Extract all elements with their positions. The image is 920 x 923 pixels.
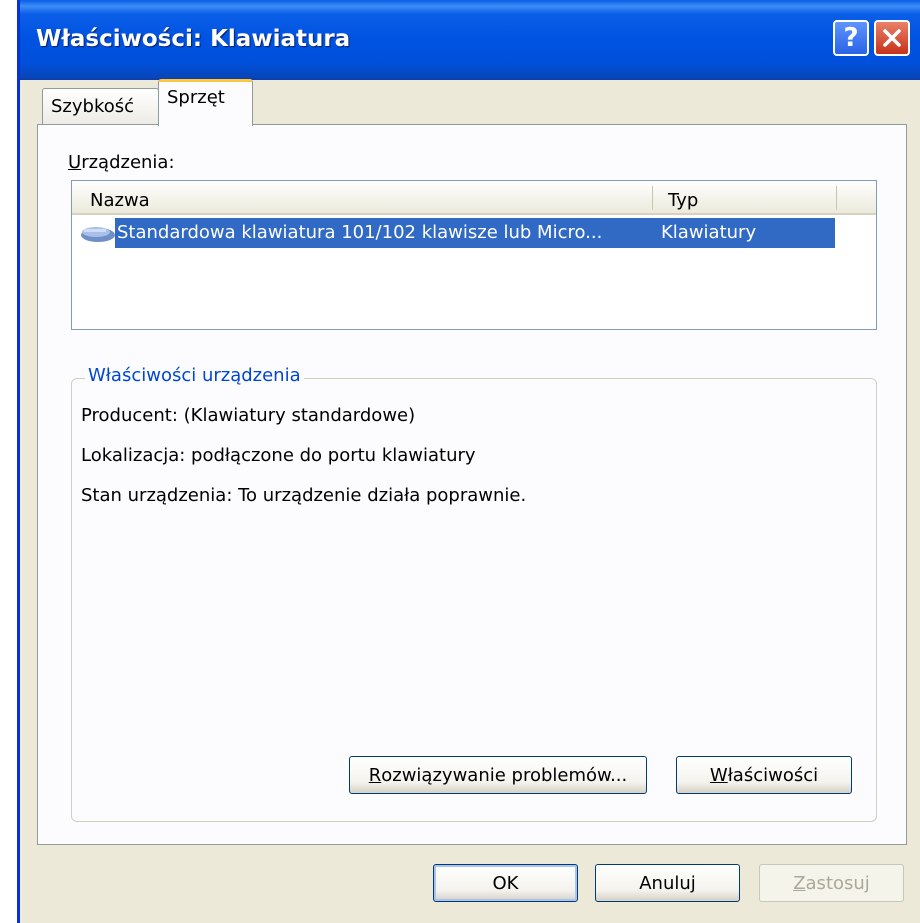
devices-label: Urządzenia: <box>68 152 175 173</box>
list-item[interactable]: Standardowa klawiatura 101/102 klawisze … <box>115 218 835 248</box>
title-bar[interactable]: Właściwości: Klawiatura ? <box>20 0 920 80</box>
device-status-text: Stan urządzenia: To urządzenie działa po… <box>81 485 527 506</box>
column-header-name[interactable]: Nazwa <box>90 190 150 211</box>
column-separator[interactable] <box>652 186 653 210</box>
dialog-window: Właściwości: Klawiatura ? Szybkość Sprzę… <box>17 0 920 923</box>
device-name: Standardowa klawiatura 101/102 klawisze … <box>117 222 603 243</box>
devices-list[interactable]: Nazwa Typ Standardowa klawiatura 101/102… <box>71 180 877 330</box>
keyboard-icon <box>81 227 115 242</box>
help-icon: ? <box>843 23 859 53</box>
close-icon <box>883 29 901 47</box>
list-header: Nazwa Typ <box>72 181 876 215</box>
device-type: Klawiatury <box>661 222 757 243</box>
tab-label: Sprzęt <box>167 87 225 108</box>
apply-button[interactable]: Zastosuj <box>759 864 904 902</box>
tab-label: Szybkość <box>51 96 135 117</box>
ok-button[interactable]: OK <box>433 864 578 902</box>
manufacturer-text: Producent: (Klawiatury standardowe) <box>81 405 416 426</box>
troubleshoot-button[interactable]: Rozwiązywanie problemów... <box>349 756 647 794</box>
column-header-type[interactable]: Typ <box>668 190 698 211</box>
properties-button[interactable]: Właściwości <box>676 756 852 794</box>
window-title: Właściwości: Klawiatura <box>36 26 351 52</box>
location-text: Lokalizacja: podłączone do portu klawiat… <box>81 445 476 466</box>
tab-panel: Urządzenia: Nazwa Typ Standardowa klawia… <box>37 124 907 845</box>
tab-szybkosc[interactable]: Szybkość <box>42 88 159 125</box>
close-button[interactable] <box>874 20 910 56</box>
tab-sprzet[interactable]: Sprzęt <box>158 79 253 126</box>
help-button[interactable]: ? <box>833 20 869 56</box>
column-separator[interactable] <box>836 186 837 210</box>
cancel-button[interactable]: Anuluj <box>595 864 740 902</box>
group-title: Właściwości urządzenia <box>85 365 304 386</box>
device-properties-group: Właściwości urządzenia Producent: (Klawi… <box>71 365 877 822</box>
